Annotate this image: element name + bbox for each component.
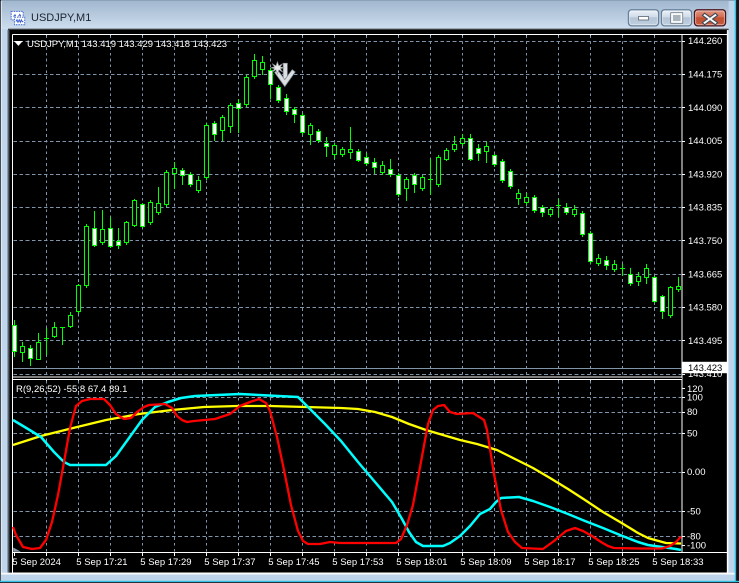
svg-text:144.090: 144.090 — [688, 103, 722, 114]
svg-text:USDJPY,M1: USDJPY,M1 — [31, 12, 91, 24]
svg-text:5 Sep 18:33: 5 Sep 18:33 — [652, 557, 703, 568]
svg-text:50: 50 — [687, 429, 698, 440]
svg-text:-50: -50 — [687, 507, 701, 518]
svg-text:143.580: 143.580 — [688, 303, 722, 314]
svg-text:144.175: 144.175 — [688, 69, 722, 80]
svg-text:143.835: 143.835 — [688, 203, 722, 214]
svg-text:5 Sep 17:37: 5 Sep 17:37 — [204, 557, 255, 568]
svg-text:100: 100 — [687, 392, 703, 403]
svg-text:0.00: 0.00 — [687, 467, 706, 478]
svg-text:143.423: 143.423 — [688, 363, 722, 374]
svg-text:5 Sep 18:17: 5 Sep 18:17 — [524, 557, 575, 568]
svg-text:5 Sep 17:53: 5 Sep 17:53 — [332, 557, 383, 568]
svg-text:5 Sep 18:25: 5 Sep 18:25 — [588, 557, 639, 568]
svg-text:143.920: 143.920 — [688, 169, 722, 180]
svg-text:5 Sep 18:09: 5 Sep 18:09 — [460, 557, 511, 568]
svg-text:143.665: 143.665 — [688, 269, 722, 280]
svg-text:5 Sep 17:45: 5 Sep 17:45 — [268, 557, 319, 568]
svg-text:80: 80 — [687, 407, 698, 418]
svg-text:144.260: 144.260 — [688, 36, 722, 47]
svg-text:5 Sep 17:21: 5 Sep 17:21 — [76, 557, 127, 568]
svg-text:5 Sep 18:01: 5 Sep 18:01 — [396, 557, 447, 568]
svg-text:5 Sep 17:29: 5 Sep 17:29 — [140, 557, 191, 568]
svg-text:143.495: 143.495 — [688, 336, 722, 347]
svg-text:USDJPY,M1 143.419 143.429 143: USDJPY,M1 143.419 143.429 143.418 143.42… — [27, 39, 227, 50]
svg-text:143.750: 143.750 — [688, 236, 722, 247]
svg-text:-100: -100 — [687, 541, 706, 552]
svg-text:144.005: 144.005 — [688, 136, 722, 147]
svg-text:5 Sep 2024: 5 Sep 2024 — [12, 557, 61, 568]
svg-text:R(9,26,52) -55.8 67.4 89.1: R(9,26,52) -55.8 67.4 89.1 — [16, 384, 127, 395]
